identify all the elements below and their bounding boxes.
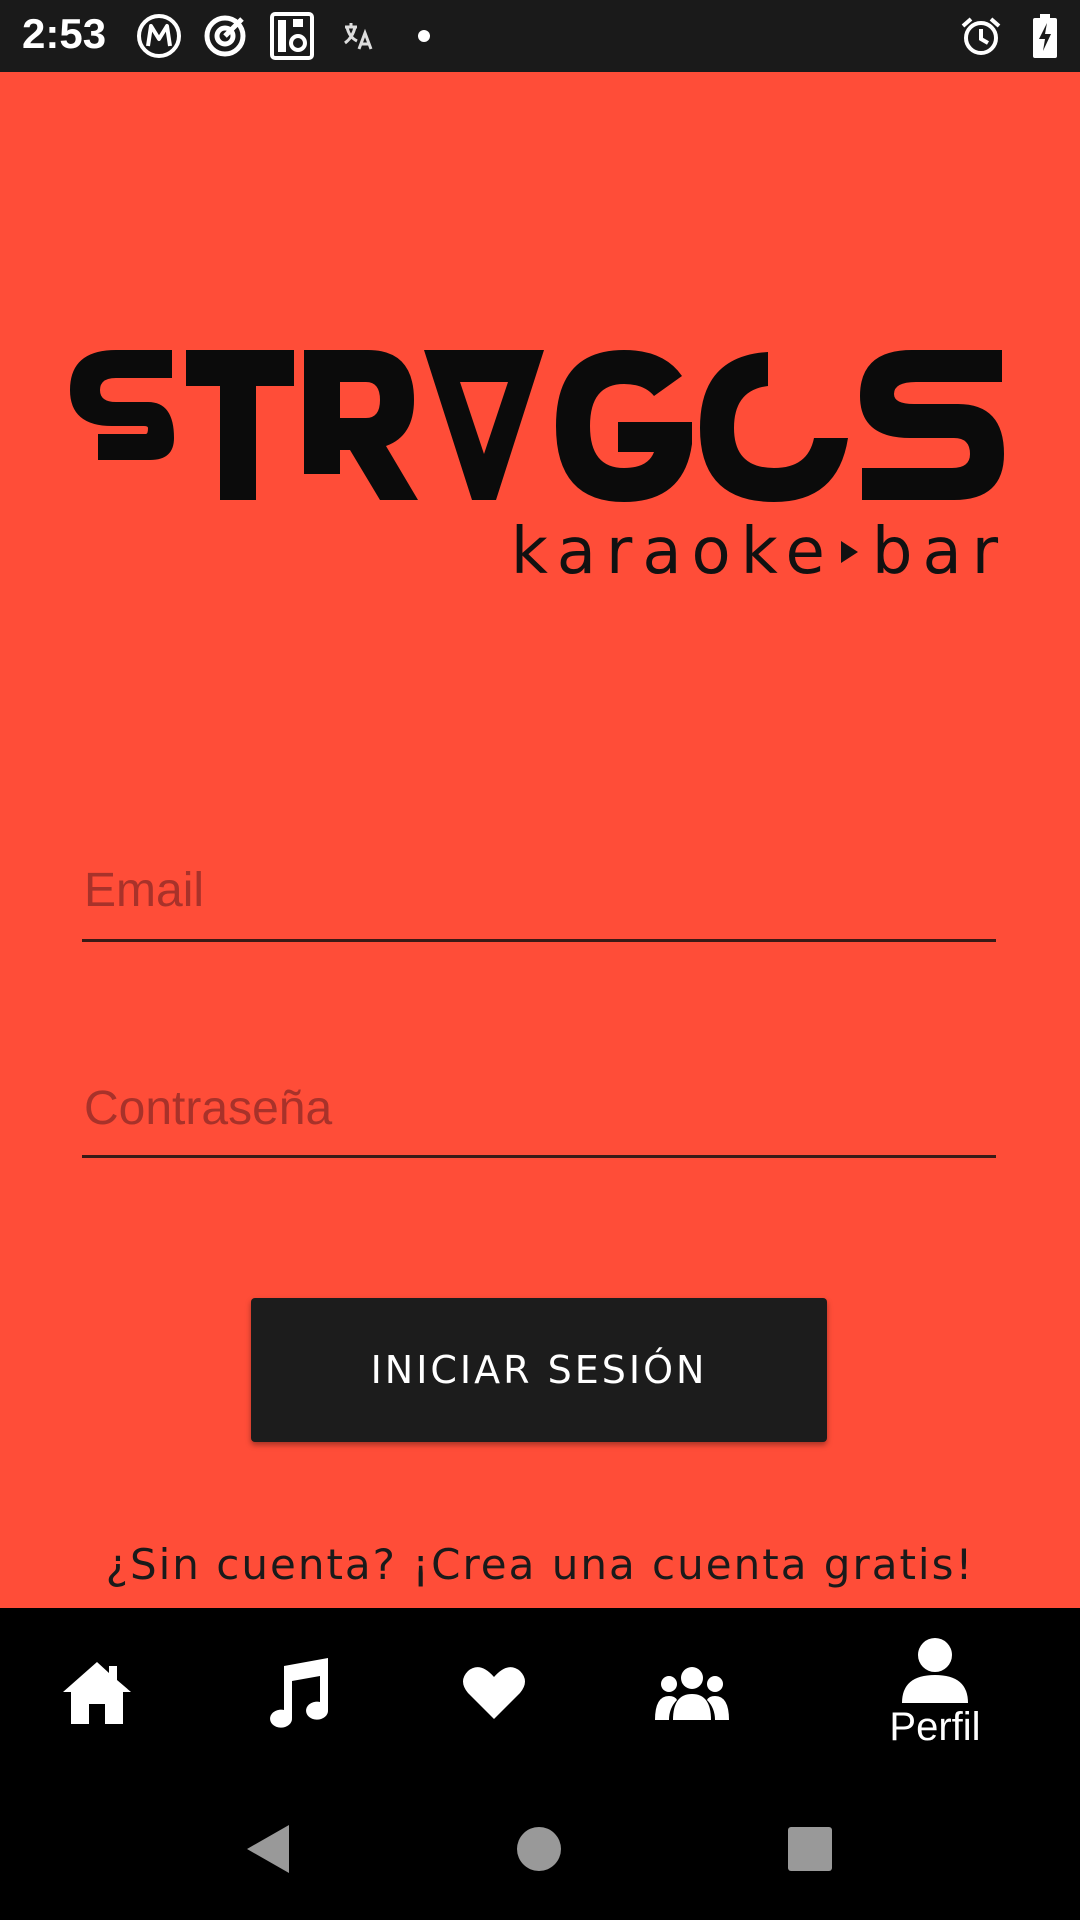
- music-note-icon: [270, 1658, 329, 1728]
- system-navigation-bar: [0, 1778, 1080, 1920]
- home-icon: [63, 1662, 131, 1724]
- logo-subtitle-karaoke: karaoke: [510, 515, 835, 589]
- alarm-icon: [958, 0, 1004, 72]
- person-icon: [902, 1637, 968, 1703]
- target-icon: [200, 0, 250, 72]
- nav-item-favorites[interactable]: [419, 1608, 569, 1778]
- battery-charging-icon: [1030, 0, 1060, 72]
- bottom-navigation: Perfil: [0, 1608, 1080, 1778]
- home-circle-icon: [517, 1827, 561, 1871]
- nav-item-profile[interactable]: Perfil: [860, 1608, 1010, 1778]
- motorola-m-icon: [134, 0, 184, 72]
- signup-link[interactable]: ¿Sin cuenta? ¡Crea una cuenta gratis!: [0, 1540, 1080, 1589]
- login-screen: karaoke bar INICIAR SESIÓN ¿Sin cuenta? …: [0, 72, 1080, 1608]
- group-icon: [655, 1667, 729, 1720]
- status-bar: 2:53: [0, 0, 1080, 72]
- password-field[interactable]: [82, 1062, 996, 1155]
- status-time: 2:53: [22, 10, 107, 57]
- email-field-container: [82, 842, 996, 942]
- logo-subtitle: karaoke bar: [510, 515, 1008, 589]
- recents-button[interactable]: [750, 1778, 870, 1920]
- login-button[interactable]: INICIAR SESIÓN: [251, 1298, 827, 1442]
- back-button[interactable]: [208, 1778, 328, 1920]
- email-field[interactable]: [82, 842, 996, 939]
- recents-square-icon: [788, 1827, 832, 1871]
- nav-label-profile: Perfil: [889, 1704, 981, 1749]
- translate-icon: [338, 0, 378, 72]
- home-system-button[interactable]: [479, 1778, 599, 1920]
- stragos-logo: karaoke bar: [68, 342, 1008, 589]
- logo-subtitle-bar: bar: [871, 515, 1008, 589]
- nav-item-home[interactable]: [22, 1608, 172, 1778]
- nav-item-music[interactable]: [221, 1608, 371, 1778]
- nav-item-groups[interactable]: [617, 1608, 767, 1778]
- password-field-container: [82, 1062, 996, 1158]
- play-arrow-icon: [840, 541, 858, 563]
- stragos-wordmark: [70, 350, 1004, 502]
- back-triangle-icon: [247, 1825, 289, 1873]
- dot-icon: [414, 0, 434, 72]
- media-icon: [268, 0, 316, 72]
- heart-icon: [463, 1667, 525, 1719]
